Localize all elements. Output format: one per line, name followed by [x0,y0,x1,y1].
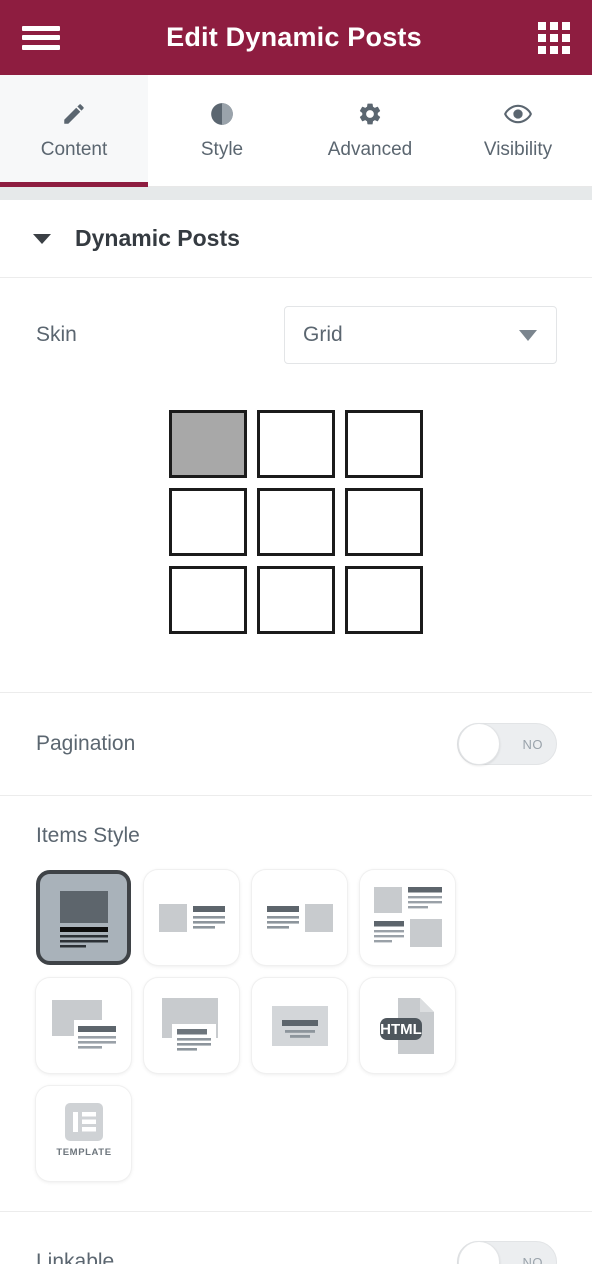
items-style-option-centered-text-on-image[interactable] [252,978,347,1073]
grid-cell [257,566,335,634]
skin-select[interactable]: Grid [284,306,557,364]
elementor-template-icon: TEMPLATE [56,1102,111,1158]
grid-cell [169,410,247,478]
caret-down-icon [33,233,51,244]
linkable-toggle[interactable]: NO [457,1241,557,1264]
linkable-row: Linkable NO [36,1212,557,1264]
panel-body: Dynamic Posts Skin Grid Pagination NO It… [0,200,592,1264]
items-style-option-image-card-overlay[interactable] [144,978,239,1073]
html-file-icon: HTML [379,997,434,1054]
layout-centered-icon [271,1005,328,1046]
tab-content-label: Content [40,138,108,160]
linkable-section: Linkable NO Apply the extended link to t… [0,1212,592,1264]
items-style-option-image-left-text-right[interactable] [144,870,239,965]
pagination-toggle[interactable]: NO [457,723,557,765]
layout-image-top-icon [59,890,108,947]
app-header: Edit Dynamic Posts [0,0,592,75]
skin-row: Skin Grid [0,278,592,364]
items-style-section: Items Style HTML TEMPLATE [0,796,592,1212]
contrast-icon [209,101,235,127]
grid-cell [345,488,423,556]
skin-select-value: Grid [303,323,343,346]
page-title: Edit Dynamic Posts [166,22,422,52]
layout-overlap-icon [51,999,116,1049]
tab-visibility[interactable]: Visibility [444,75,592,186]
tab-style[interactable]: Style [148,75,296,186]
eye-icon [504,101,532,127]
linkable-toggle-value: NO [522,1254,543,1264]
grid-skin-preview-wrap [0,364,592,693]
tab-bar: Content Style Advanced Visibility [0,75,592,187]
layout-image-left-icon [158,903,225,932]
tab-advanced-label: Advanced [327,138,413,160]
tab-visibility-label: Visibility [483,138,553,160]
grid-cell [257,410,335,478]
gear-icon [357,101,383,127]
grid-cell [257,488,335,556]
edit-dynamic-posts-panel: Edit Dynamic Posts Content Style Advance… [0,0,592,1264]
grid-cell [169,566,247,634]
grid-cell [345,566,423,634]
items-style-options: HTML TEMPLATE [36,870,562,1181]
svg-text:HTML: HTML [380,1021,422,1038]
items-style-label: Items Style [36,824,140,847]
layout-image-right-icon [266,903,333,932]
chevron-down-icon [519,329,537,341]
pagination-row: Pagination NO [0,693,592,796]
items-style-option-alternating-grid[interactable] [360,870,455,965]
linkable-label: Linkable [36,1250,115,1264]
svg-text:TEMPLATE: TEMPLATE [56,1147,111,1158]
items-style-option-custom-html[interactable]: HTML [360,978,455,1073]
tab-content[interactable]: Content [0,75,148,187]
tab-style-label: Style [200,138,244,160]
pagination-toggle-knob [458,723,500,765]
apps-grid-icon[interactable] [538,21,570,54]
layout-card-overlay-icon [161,997,218,1054]
panel-divider-strip [0,187,592,200]
section-header-dynamic-posts[interactable]: Dynamic Posts [0,200,592,278]
tab-advanced[interactable]: Advanced [296,75,444,186]
grid-skin-preview [169,410,423,634]
linkable-toggle-knob [458,1241,500,1264]
items-style-option-image-top-text-below[interactable] [36,870,131,965]
pagination-toggle-value: NO [522,736,543,752]
pencil-icon [61,101,87,127]
items-style-option-text-left-image-right[interactable] [252,870,347,965]
layout-alternating-icon [373,886,442,947]
items-style-option-image-overlap-text[interactable] [36,978,131,1073]
grid-cell [345,410,423,478]
skin-label: Skin [36,323,77,346]
pagination-label: Pagination [36,732,136,755]
items-style-option-elementor-template[interactable]: TEMPLATE [36,1086,131,1181]
section-title: Dynamic Posts [75,225,240,251]
grid-cell [169,488,247,556]
